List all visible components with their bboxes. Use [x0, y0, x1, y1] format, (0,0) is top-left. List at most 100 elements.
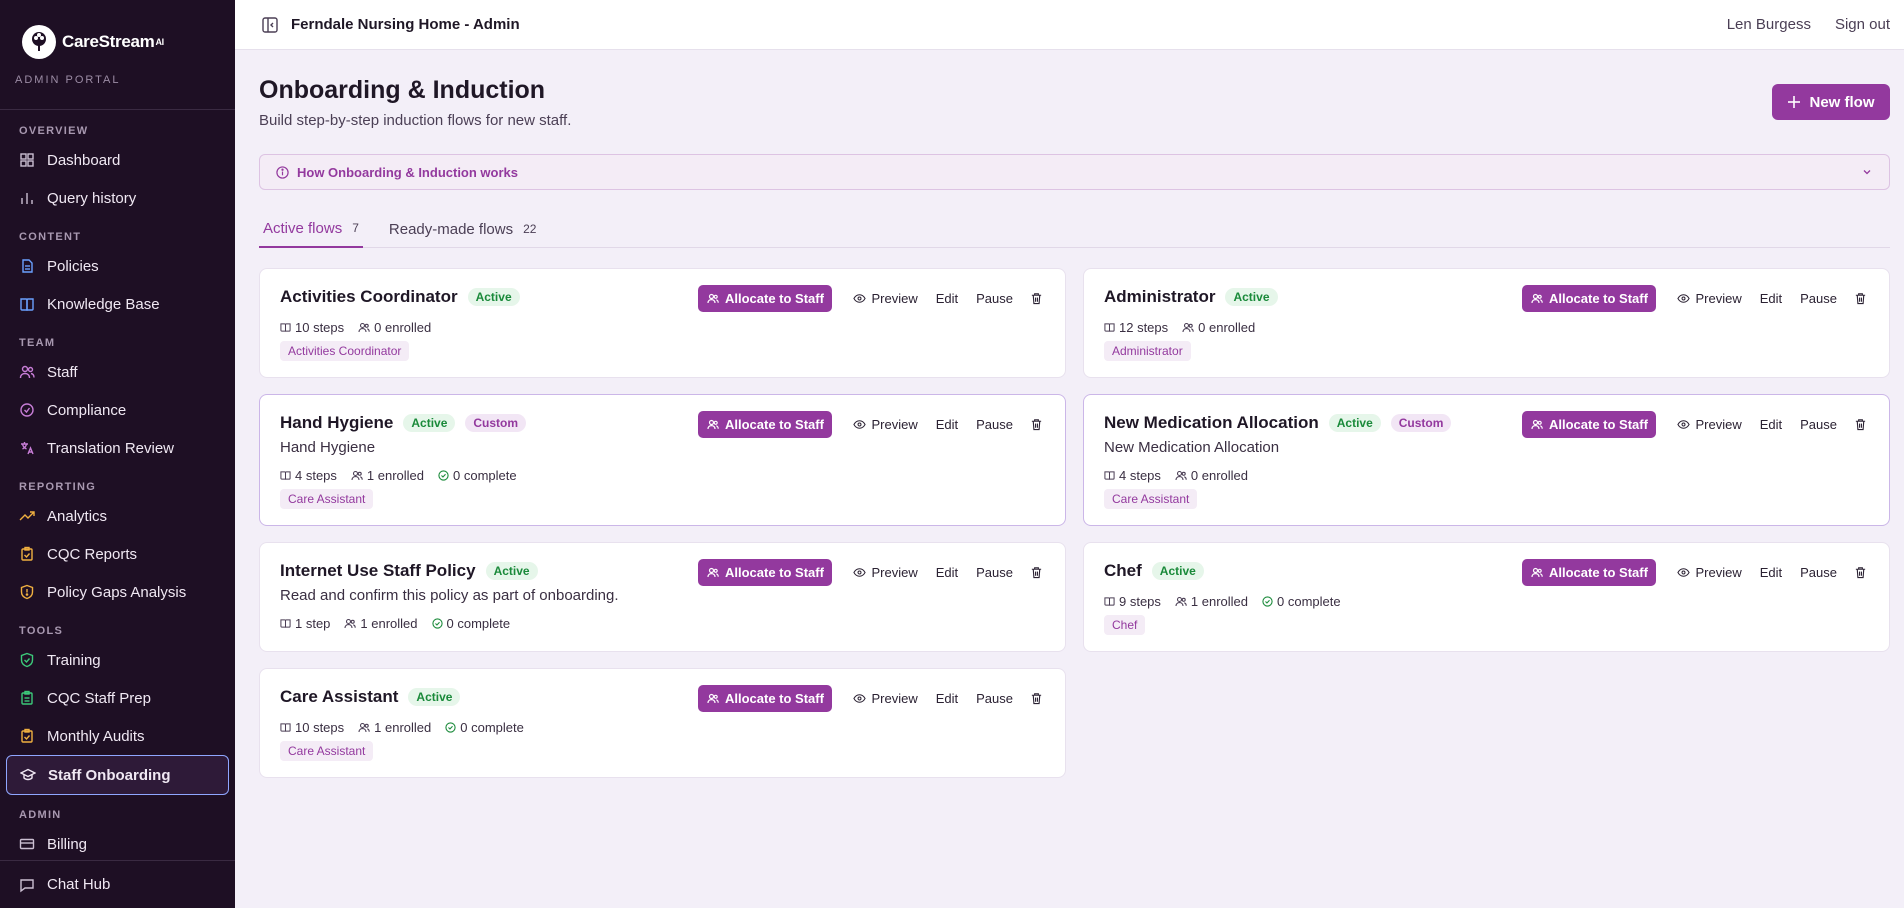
sidebar-item-analytics[interactable]: Analytics: [0, 497, 235, 535]
sidebar-toggle-icon[interactable]: [261, 16, 279, 34]
new-flow-label: New flow: [1809, 93, 1875, 111]
trash-icon[interactable]: [1854, 292, 1867, 305]
graduation-cap-icon: [20, 767, 36, 783]
edit-button[interactable]: Edit: [936, 565, 958, 580]
pause-button[interactable]: Pause: [1800, 565, 1837, 580]
allocate-to-staff-button[interactable]: Allocate to Staff: [698, 559, 833, 586]
edit-button[interactable]: Edit: [1760, 417, 1782, 432]
info-icon: [276, 165, 289, 179]
sidebar-item-label: Chat Hub: [47, 876, 111, 893]
sidebar-item-compliance[interactable]: Compliance: [0, 391, 235, 429]
flow-meta: 10 steps 0 enrolled: [280, 320, 431, 335]
allocate-label: Allocate to Staff: [724, 565, 824, 580]
flow-name: Chef: [1104, 561, 1142, 580]
sidebar-item-training[interactable]: Training: [0, 641, 235, 679]
status-badge: Active: [408, 688, 461, 706]
user-name[interactable]: Len Burgess: [1727, 16, 1811, 33]
enrolled-count: 0 enrolled: [358, 320, 431, 335]
trash-icon[interactable]: [1030, 292, 1043, 305]
info-accordion[interactable]: How Onboarding & Induction works: [259, 154, 1890, 190]
allocate-to-staff-button[interactable]: Allocate to Staff: [698, 411, 833, 438]
sidebar-item-query-history[interactable]: Query history: [0, 179, 235, 217]
allocate-to-staff-button[interactable]: Allocate to Staff: [1522, 411, 1657, 438]
enrolled-count: 1 enrolled: [358, 720, 431, 735]
trash-icon[interactable]: [1854, 418, 1867, 431]
allocate-to-staff-button[interactable]: Allocate to Staff: [698, 685, 833, 712]
pause-button[interactable]: Pause: [1800, 417, 1837, 432]
sidebar-item-translation-review[interactable]: Translation Review: [0, 429, 235, 467]
sidebar-item-knowledge-base[interactable]: Knowledge Base: [0, 285, 235, 323]
trash-icon[interactable]: [1030, 418, 1043, 431]
flow-actions: Allocate to Staff Preview Edit Pause: [698, 411, 1043, 438]
plus-icon: [1787, 95, 1801, 109]
main-content: Onboarding & Induction Build step-by-ste…: [235, 50, 1904, 908]
check-circle-icon: [445, 722, 456, 733]
edit-button[interactable]: Edit: [936, 291, 958, 306]
pause-button[interactable]: Pause: [976, 691, 1013, 706]
sidebar-item-cqc-reports[interactable]: CQC Reports: [0, 535, 235, 573]
preview-button[interactable]: Preview: [1677, 417, 1742, 432]
preview-button[interactable]: Preview: [1677, 565, 1742, 580]
preview-button[interactable]: Preview: [1677, 291, 1742, 306]
flow-actions: Allocate to Staff Preview Edit Pause: [698, 285, 1043, 312]
status-badge: Active: [403, 414, 456, 432]
new-flow-button[interactable]: New flow: [1772, 84, 1890, 120]
sidebar-item-policy-gaps-analysis[interactable]: Policy Gaps Analysis: [0, 573, 235, 611]
tab-active-flows[interactable]: Active flows 7: [259, 210, 363, 248]
flow-actions: Allocate to Staff Preview Edit Pause: [1522, 285, 1867, 312]
section-label: TEAM: [19, 337, 56, 349]
edit-button[interactable]: Edit: [1760, 291, 1782, 306]
trash-icon[interactable]: [1030, 692, 1043, 705]
preview-button[interactable]: Preview: [853, 417, 918, 432]
users-icon: [1175, 470, 1187, 481]
flow-name: Care Assistant: [280, 687, 399, 706]
role-tag: Care Assistant: [280, 489, 374, 509]
tab-ready-made-flows[interactable]: Ready-made flows 22: [385, 210, 541, 248]
tree-logo-icon: [22, 25, 56, 59]
preview-button[interactable]: Preview: [853, 565, 918, 580]
book-icon: [280, 618, 291, 629]
status-badge: Active: [1151, 562, 1204, 580]
users-icon: [1531, 293, 1543, 304]
complete-label: 0 complete: [446, 616, 511, 631]
edit-button[interactable]: Edit: [936, 417, 958, 432]
steps-label: 10 steps: [295, 320, 345, 335]
preview-button[interactable]: Preview: [853, 291, 918, 306]
flow-name: Activities Coordinator: [280, 287, 458, 306]
sidebar-item-chat-hub[interactable]: Chat Hub: [0, 860, 235, 908]
preview-button[interactable]: Preview: [853, 691, 918, 706]
sidebar-item-label: Compliance: [47, 401, 127, 419]
edit-button[interactable]: Edit: [936, 691, 958, 706]
flow-description: Hand Hygiene: [280, 439, 376, 456]
trash-icon[interactable]: [1030, 566, 1043, 579]
edit-button[interactable]: Edit: [1760, 565, 1782, 580]
trash-icon[interactable]: [1854, 566, 1867, 579]
sidebar-item-policies[interactable]: Policies: [0, 247, 235, 285]
allocate-to-staff-button[interactable]: Allocate to Staff: [1522, 559, 1657, 586]
sidebar-item-cqc-staff-prep[interactable]: CQC Staff Prep: [0, 679, 235, 717]
book-icon: [1104, 470, 1115, 481]
flow-title-row: Internet Use Staff Policy Active: [280, 561, 538, 581]
section-label: CONTENT: [19, 231, 82, 243]
portal-label: ADMIN PORTAL: [0, 62, 235, 110]
sidebar-item-billing[interactable]: Billing: [0, 825, 235, 863]
pause-button[interactable]: Pause: [976, 417, 1013, 432]
pause-button[interactable]: Pause: [1800, 291, 1837, 306]
book-icon: [280, 722, 291, 733]
sidebar-item-staff-onboarding[interactable]: Staff Onboarding: [6, 755, 229, 795]
sidebar-item-staff[interactable]: Staff: [0, 353, 235, 391]
allocate-to-staff-button[interactable]: Allocate to Staff: [698, 285, 833, 312]
pause-button[interactable]: Pause: [976, 565, 1013, 580]
allocate-to-staff-button[interactable]: Allocate to Staff: [1522, 285, 1657, 312]
custom-badge: Custom: [1390, 414, 1452, 432]
custom-badge: Custom: [465, 414, 527, 432]
sidebar-item-dashboard[interactable]: Dashboard: [0, 141, 235, 179]
sidebar-item-label: Training: [47, 651, 101, 669]
steps-count: 10 steps: [280, 720, 344, 735]
enrolled-label: 1 enrolled: [360, 616, 418, 631]
logo[interactable]: CareStreamAI: [0, 0, 235, 62]
sidebar-item-monthly-audits[interactable]: Monthly Audits: [0, 717, 235, 755]
steps-count: 12 steps: [1104, 320, 1168, 335]
pause-button[interactable]: Pause: [976, 291, 1013, 306]
sign-out-link[interactable]: Sign out: [1835, 16, 1890, 33]
